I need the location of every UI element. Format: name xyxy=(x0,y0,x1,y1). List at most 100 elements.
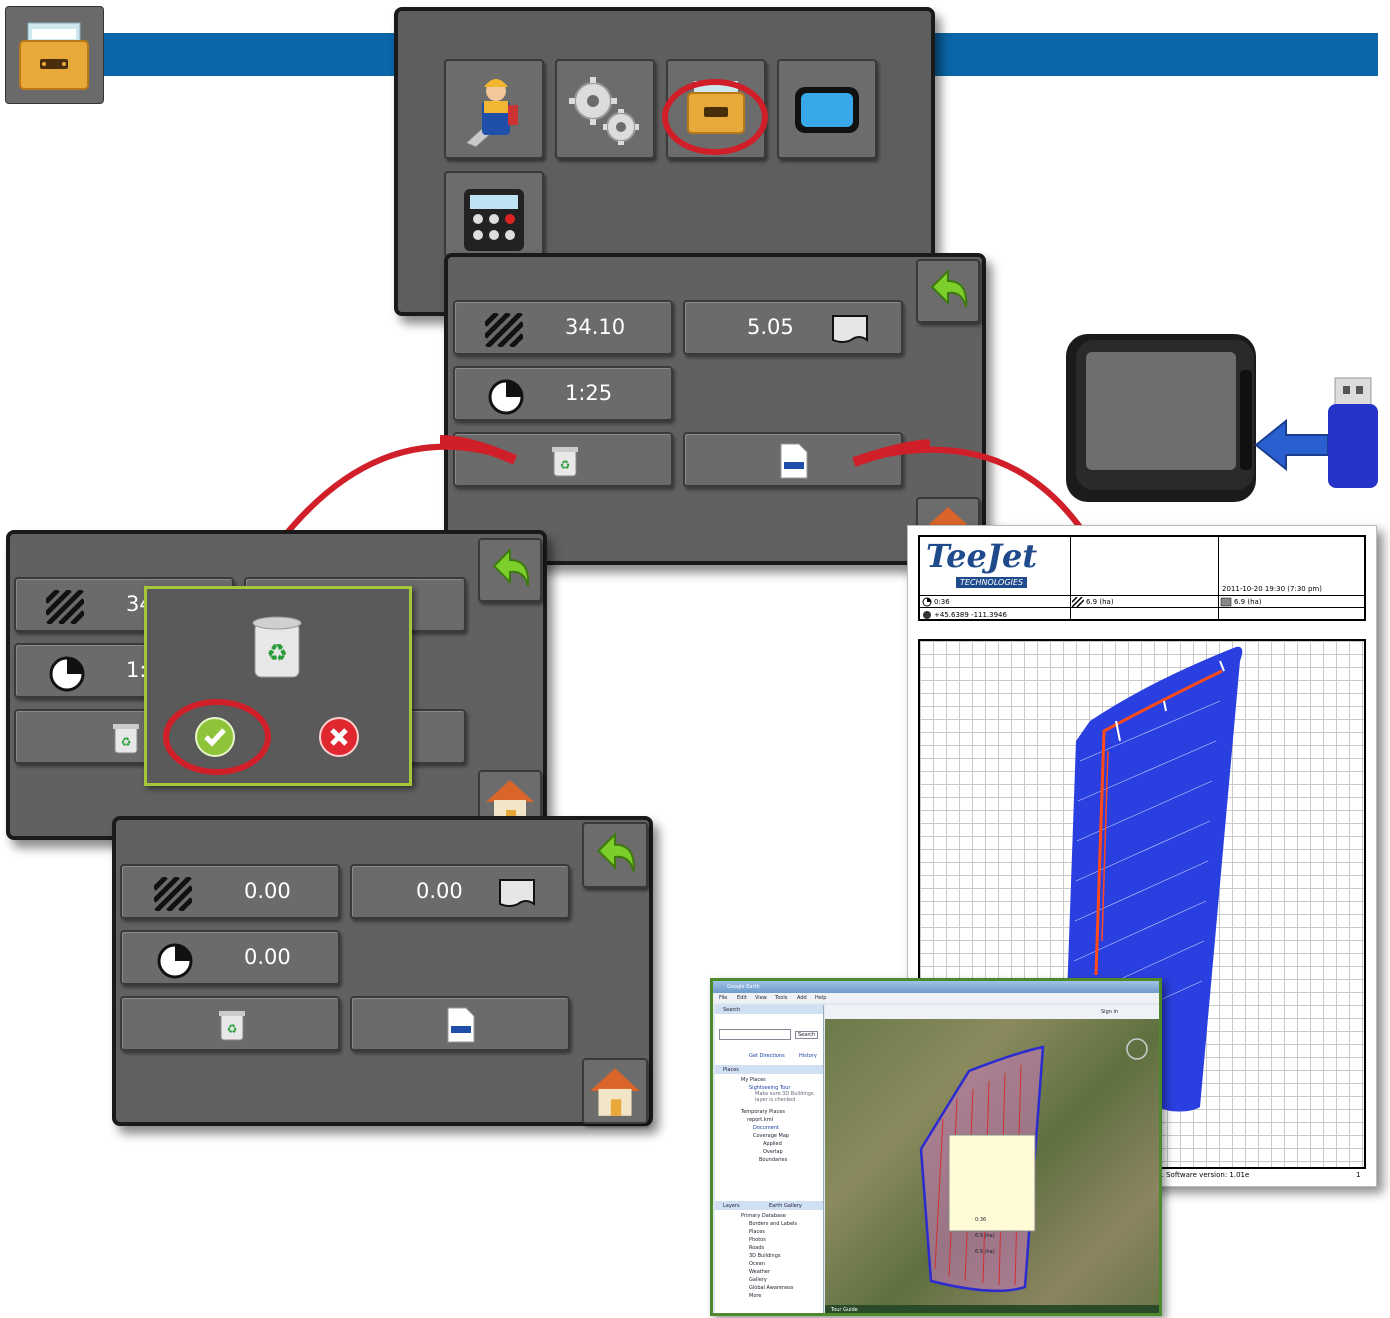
report-area-applied: 6.9 (ha) xyxy=(1086,598,1114,606)
ge-tree-item[interactable]: report.kml xyxy=(747,1117,773,1123)
ge-layer-item[interactable]: More xyxy=(749,1293,761,1299)
report-coordinates: +45.6389 -111.3946 xyxy=(934,611,1007,619)
ge-menu-file[interactable]: File xyxy=(719,995,727,1001)
report-file-icon xyxy=(447,1007,475,1043)
total-area-value: 0.00 xyxy=(416,879,463,903)
home-icon xyxy=(590,1068,640,1116)
ge-tree-item[interactable]: Boundaries xyxy=(759,1157,787,1163)
time-value: 0.00 xyxy=(244,945,291,969)
ge-title: Google Earth xyxy=(727,984,760,990)
applied-area-icon xyxy=(1072,597,1084,607)
ge-nav-control[interactable] xyxy=(1126,1038,1148,1060)
report-col-line xyxy=(1070,595,1071,621)
ge-places-label: Places xyxy=(723,1067,739,1073)
cancel-button[interactable] xyxy=(319,717,359,757)
ge-layer-item[interactable]: Primary Database xyxy=(741,1213,786,1219)
report-header: TeeJet TECHNOLOGIES 2011-10-20 19:30 (7:… xyxy=(918,535,1366,621)
location-icon xyxy=(923,611,931,619)
ge-tree-item[interactable]: Document xyxy=(753,1125,779,1131)
ge-status-bar: Tour Guide xyxy=(825,1305,1159,1313)
ge-toolbar: Sign in xyxy=(825,1005,1159,1019)
applied-area-value: 0.00 xyxy=(244,879,291,903)
google-earth-window: Google Earth File Edit View Tools Add He… xyxy=(710,978,1162,1316)
ge-layer-item[interactable]: Roads xyxy=(749,1245,764,1251)
ge-menu-bar: File Edit View Tools Add Help xyxy=(713,993,1159,1003)
ge-title-bar: Google Earth xyxy=(713,981,1159,993)
ge-layer-item[interactable]: Borders and Labels xyxy=(749,1221,797,1227)
ge-tree-item[interactable]: My Places xyxy=(741,1077,766,1083)
ge-tree-item[interactable]: Applied xyxy=(763,1141,782,1147)
ge-popup-time: 0:36 xyxy=(975,1217,987,1223)
ge-search-button[interactable]: Search xyxy=(795,1031,819,1039)
ge-layer-item[interactable]: Photos xyxy=(749,1237,766,1243)
summary-panel-reset: 0.00 0.00 0.00 ♻ xyxy=(112,816,653,1126)
ge-sidebar: Search Search Get Directions History Pla… xyxy=(715,1005,824,1313)
field-area-icon xyxy=(499,879,535,907)
report-col-line-2 xyxy=(1218,595,1219,621)
ge-menu-tools[interactable]: Tools xyxy=(775,995,787,1001)
ge-popup-total: 6.9 (ha) xyxy=(975,1249,995,1255)
ge-layer-item[interactable]: 3D Buildings xyxy=(749,1253,781,1259)
ge-menu-help[interactable]: Help xyxy=(815,995,826,1001)
applied-area-tile: 0.00 xyxy=(120,864,340,919)
time-icon xyxy=(922,597,932,607)
ge-tree-item: layer is checked xyxy=(755,1097,796,1103)
ge-popup xyxy=(948,1134,1036,1232)
ge-menu-view[interactable]: View xyxy=(755,995,767,1001)
back-button[interactable] xyxy=(582,822,648,888)
svg-text:♻: ♻ xyxy=(266,639,288,667)
svg-text:♻: ♻ xyxy=(227,1022,238,1036)
ge-layer-item[interactable]: Places xyxy=(749,1229,765,1235)
ge-tree-item[interactable]: Overlap xyxy=(763,1149,783,1155)
report-divider xyxy=(920,595,1364,596)
recycle-bin-icon: ♻ xyxy=(219,1011,245,1041)
usb-arrow-icon xyxy=(1254,418,1329,472)
close-icon xyxy=(330,728,348,746)
home-button[interactable] xyxy=(582,1058,648,1124)
recycle-bin-icon: ♻ xyxy=(252,616,302,678)
report-footer-page: 1 xyxy=(1356,1171,1361,1179)
delete-button[interactable]: ♻ xyxy=(120,996,340,1051)
applied-area-icon xyxy=(46,590,84,624)
ge-layer-item[interactable]: Global Awareness xyxy=(749,1285,793,1291)
summary-panel-dialog: 34 1: ♻ ♻ xyxy=(6,530,547,840)
report-datetime: 2011-10-20 19:30 (7:30 pm) xyxy=(1222,585,1322,593)
ge-search-label: Search xyxy=(723,1007,741,1013)
ge-layer-item[interactable]: Weather xyxy=(749,1269,770,1275)
ge-places-header: Places xyxy=(715,1065,823,1074)
ge-layers-header: Layers Earth Gallery xyxy=(715,1201,823,1210)
time-icon xyxy=(157,943,193,979)
ge-layer-item[interactable]: Ocean xyxy=(749,1261,765,1267)
export-all-button[interactable] xyxy=(350,996,570,1051)
time-tile: 0.00 xyxy=(120,930,340,985)
back-button[interactable] xyxy=(478,538,542,602)
svg-text:♻: ♻ xyxy=(121,735,132,749)
ge-history[interactable]: History xyxy=(799,1053,817,1059)
logo-text: TeeJet xyxy=(926,537,1038,575)
report-area-total: 6.9 (ha) xyxy=(1234,598,1262,606)
ge-get-directions[interactable]: Get Directions xyxy=(749,1053,785,1059)
logo-subtext: TECHNOLOGIES xyxy=(956,577,1028,588)
ge-menu-add[interactable]: Add xyxy=(797,995,807,1001)
applied-area-icon xyxy=(154,877,192,911)
confirm-delete-dialog: ♻ xyxy=(144,586,412,786)
ge-search-header: Search xyxy=(715,1005,823,1014)
ge-sign-in[interactable]: Sign in xyxy=(1101,1009,1118,1015)
ge-popup-applied: 6.9 (ha) xyxy=(975,1233,995,1239)
ge-map-view[interactable]: 0:36 6.9 (ha) 6.9 (ha) Tour Guide xyxy=(825,1019,1159,1313)
report-time: 0:36 xyxy=(934,598,950,606)
ge-field-overlay xyxy=(919,1038,1148,1293)
ge-tree-item[interactable]: Temporary Places xyxy=(741,1109,785,1115)
total-area-tile: 0.00 xyxy=(350,864,570,919)
report-footer-software: s. Software version: 1.01e xyxy=(1158,1171,1250,1179)
ge-menu-edit[interactable]: Edit xyxy=(737,995,747,1001)
ge-tour-guide[interactable]: Tour Guide xyxy=(831,1307,858,1313)
ge-search-input[interactable] xyxy=(719,1029,791,1040)
highlight-ring-confirm xyxy=(163,699,271,775)
ge-tree-item[interactable]: Coverage Map xyxy=(753,1133,789,1139)
ge-layer-item[interactable]: Gallery xyxy=(749,1277,767,1283)
usb-drive-icon xyxy=(1328,377,1378,488)
ge-layers-label: Layers xyxy=(723,1203,740,1209)
ge-earth-gallery[interactable]: Earth Gallery xyxy=(769,1203,802,1209)
back-arrow-icon xyxy=(597,831,635,872)
